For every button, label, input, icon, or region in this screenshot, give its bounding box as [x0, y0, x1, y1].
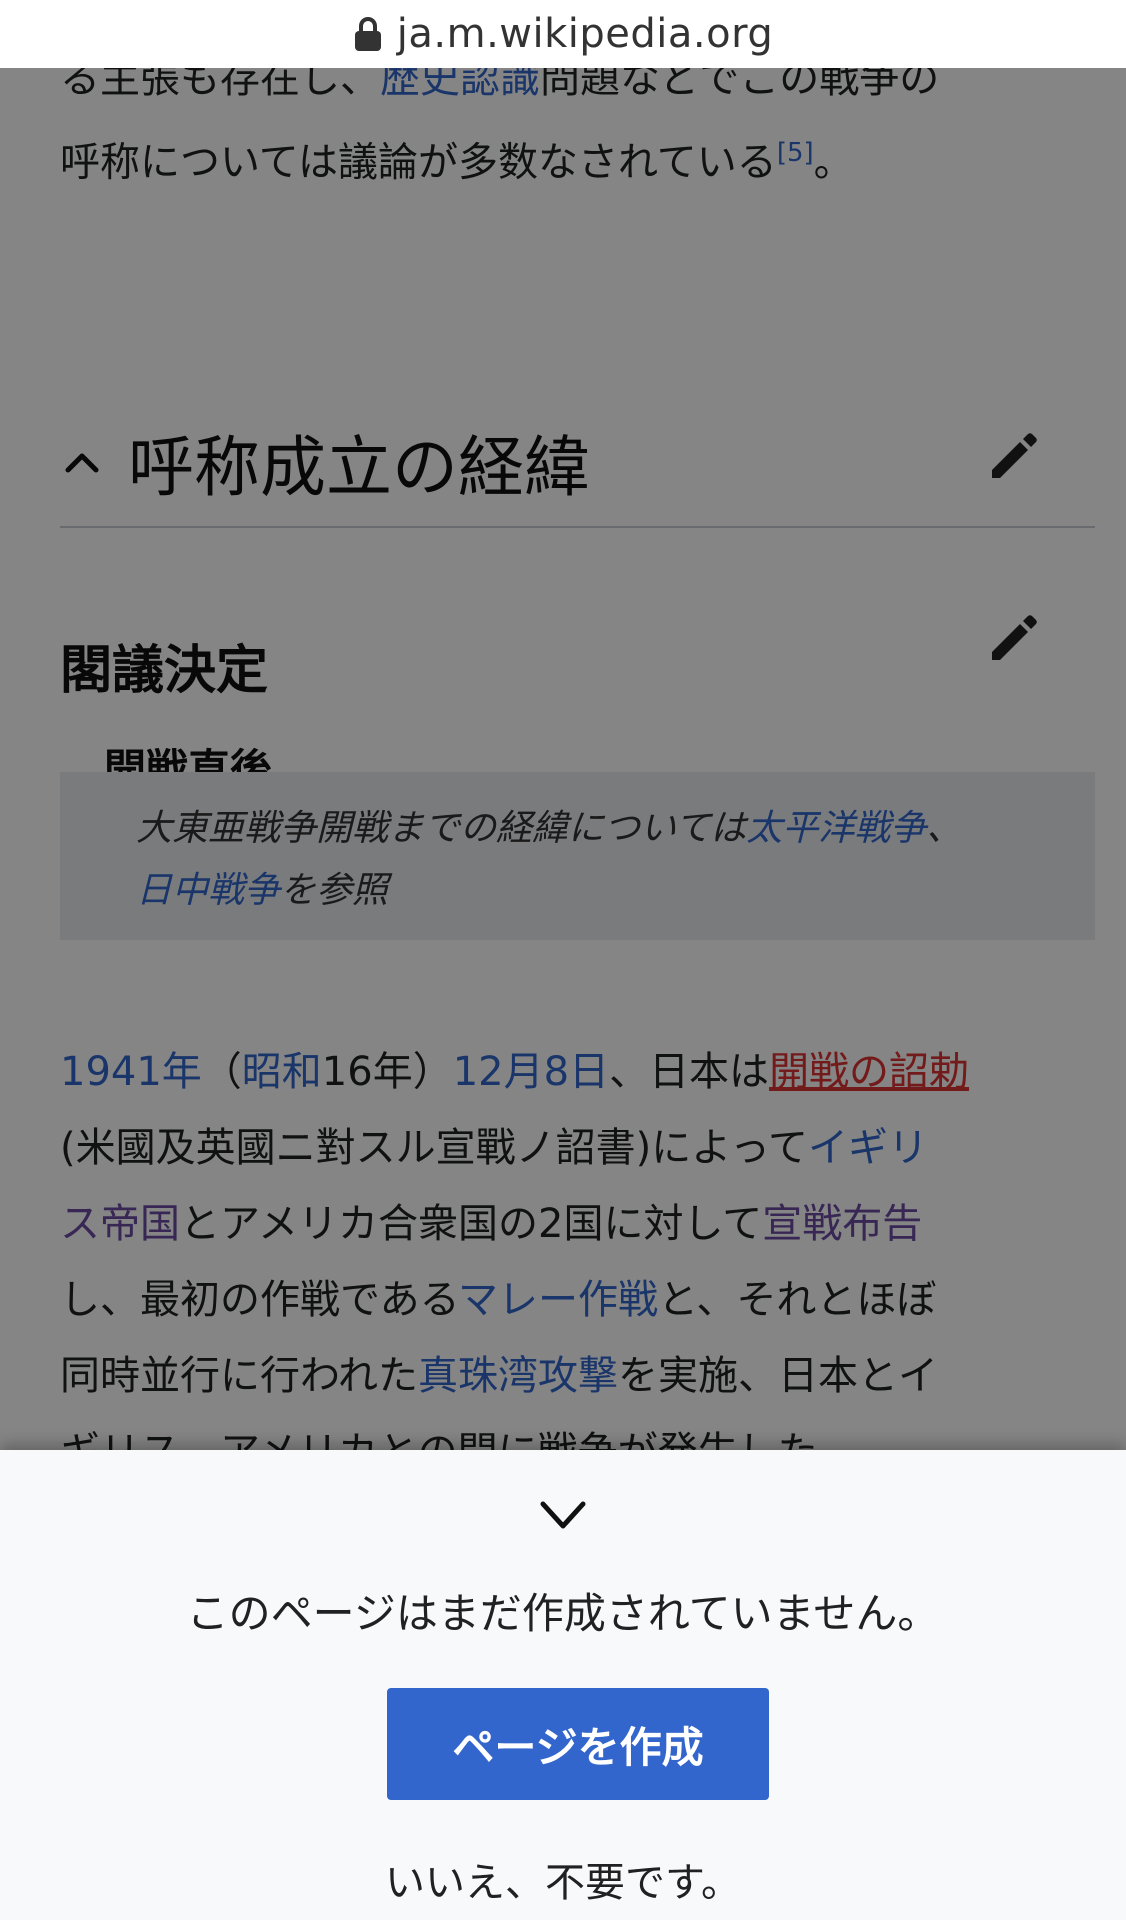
article: る主張も存在し、歴史認識問題などでこの戦争の 呼称については議論が多数なされてい… — [0, 68, 1126, 1450]
url-bar[interactable]: ja.m.wikipedia.org — [0, 0, 1126, 68]
drawer-message: このページはまだ作成されていません。 — [186, 1589, 940, 1638]
screen: ja.m.wikipedia.org る主張も存在し、歴史認識問題などでこの戦争… — [0, 0, 1126, 1920]
page-not-created-drawer: このページはまだ作成されていません。 ページを作成 いいえ、不要です。 — [0, 1450, 1126, 1920]
create-page-button[interactable]: ページを作成 — [387, 1688, 769, 1800]
lock-icon — [354, 17, 381, 51]
decline-link[interactable]: いいえ、不要です。 — [0, 1850, 1126, 1908]
url-text: ja.m.wikipedia.org — [396, 11, 774, 57]
modal-backdrop[interactable] — [0, 68, 1126, 1450]
chevron-down-icon[interactable] — [537, 1496, 589, 1536]
